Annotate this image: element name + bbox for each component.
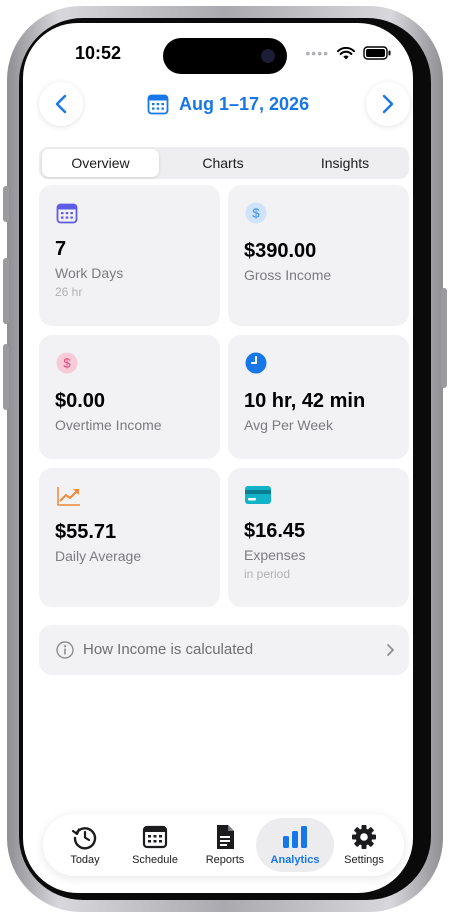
tab-settings-label: Settings: [344, 854, 384, 866]
dollar-circle-icon: $: [245, 202, 267, 224]
volume-up-button: [3, 258, 9, 324]
previous-period-button[interactable]: [39, 82, 83, 126]
status-icons: ••••: [305, 45, 391, 61]
daily-average-card[interactable]: $55.71 Daily Average: [39, 468, 220, 607]
credit-card-icon: [245, 486, 271, 504]
avg-per-week-card[interactable]: 10 hr, 42 min Avg Per Week: [228, 335, 409, 459]
tab-analytics[interactable]: Analytics: [256, 818, 334, 872]
gross-income-value: $390.00: [244, 240, 317, 262]
overtime-income-label: Overtime Income: [55, 417, 162, 433]
tab-overview[interactable]: Overview: [42, 149, 159, 177]
tab-charts[interactable]: Charts: [163, 149, 283, 177]
svg-text:$: $: [63, 356, 71, 371]
gross-income-card[interactable]: $ $390.00 Gross Income: [228, 185, 409, 326]
clock-history-icon: [71, 827, 97, 850]
date-range-label: Aug 1–17, 2026: [179, 93, 310, 114]
app-screen: 10:52 •••• Aug 1–17, 2026 Overview Chart…: [23, 23, 413, 893]
expenses-period: in period: [244, 567, 291, 581]
chevron-right-icon: [382, 94, 394, 114]
work-days-label: Work Days: [55, 265, 124, 281]
tab-reports[interactable]: Reports: [190, 818, 260, 872]
expenses-card[interactable]: $16.45 Expenses in period: [228, 468, 409, 607]
signal-dots: ••••: [305, 45, 329, 61]
bottom-tab-bar: Today Schedule Reports Analytics Setting…: [43, 814, 404, 876]
gross-income-label: Gross Income: [244, 267, 332, 283]
power-button: [441, 288, 447, 388]
action-button: [3, 186, 9, 222]
work-days-card[interactable]: 7 Work Days 26 hr: [39, 185, 220, 326]
document-icon: [217, 825, 234, 849]
expenses-label: Expenses: [244, 547, 306, 563]
calendar-icon: [56, 203, 78, 224]
overtime-income-card[interactable]: $ $0.00 Overtime Income: [39, 335, 220, 459]
trend-up-icon: [57, 487, 80, 506]
chevron-right-icon: [387, 644, 394, 656]
work-days-hours: 26 hr: [55, 285, 83, 299]
dynamic-island: [163, 38, 287, 74]
tab-analytics-label: Analytics: [270, 854, 320, 866]
wifi-icon: [337, 46, 355, 59]
tab-schedule[interactable]: Schedule: [120, 818, 190, 872]
battery-icon: [363, 46, 391, 60]
work-days-value: 7: [55, 238, 67, 260]
tab-insights[interactable]: Insights: [285, 149, 405, 177]
gear-icon: [352, 825, 376, 849]
daily-average-label: Daily Average: [55, 548, 142, 564]
next-period-button[interactable]: [366, 82, 410, 126]
income-calculation-label: How Income is calculated: [83, 641, 254, 658]
camera-icon: [261, 49, 275, 63]
volume-down-button: [3, 344, 9, 410]
avg-per-week-value: 10 hr, 42 min: [244, 390, 366, 412]
daily-average-value: $55.71: [55, 521, 117, 543]
date-range-title[interactable]: Aug 1–17, 2026: [147, 93, 309, 115]
tab-schedule-label: Schedule: [132, 854, 178, 866]
tab-settings[interactable]: Settings: [329, 818, 399, 872]
calendar-icon: [147, 94, 169, 115]
svg-text:$: $: [252, 206, 260, 221]
info-icon: [56, 641, 74, 659]
chevron-left-icon: [55, 94, 67, 114]
tab-reports-label: Reports: [205, 854, 245, 866]
tab-today-label: Today: [70, 854, 100, 866]
dollar-circle-icon: $: [56, 352, 78, 374]
status-time: 10:52: [75, 43, 122, 63]
calendar-grid-icon: [142, 825, 168, 849]
overtime-income-value: $0.00: [55, 390, 106, 412]
income-calculation-row[interactable]: How Income is calculated: [39, 625, 409, 675]
view-segmented-control: Overview Charts Insights: [39, 147, 409, 179]
tab-today[interactable]: Today: [50, 818, 120, 872]
clock-icon: [245, 352, 267, 374]
expenses-value: $16.45: [244, 520, 306, 542]
avg-per-week-label: Avg Per Week: [244, 417, 333, 433]
bar-chart-icon: [283, 826, 307, 848]
